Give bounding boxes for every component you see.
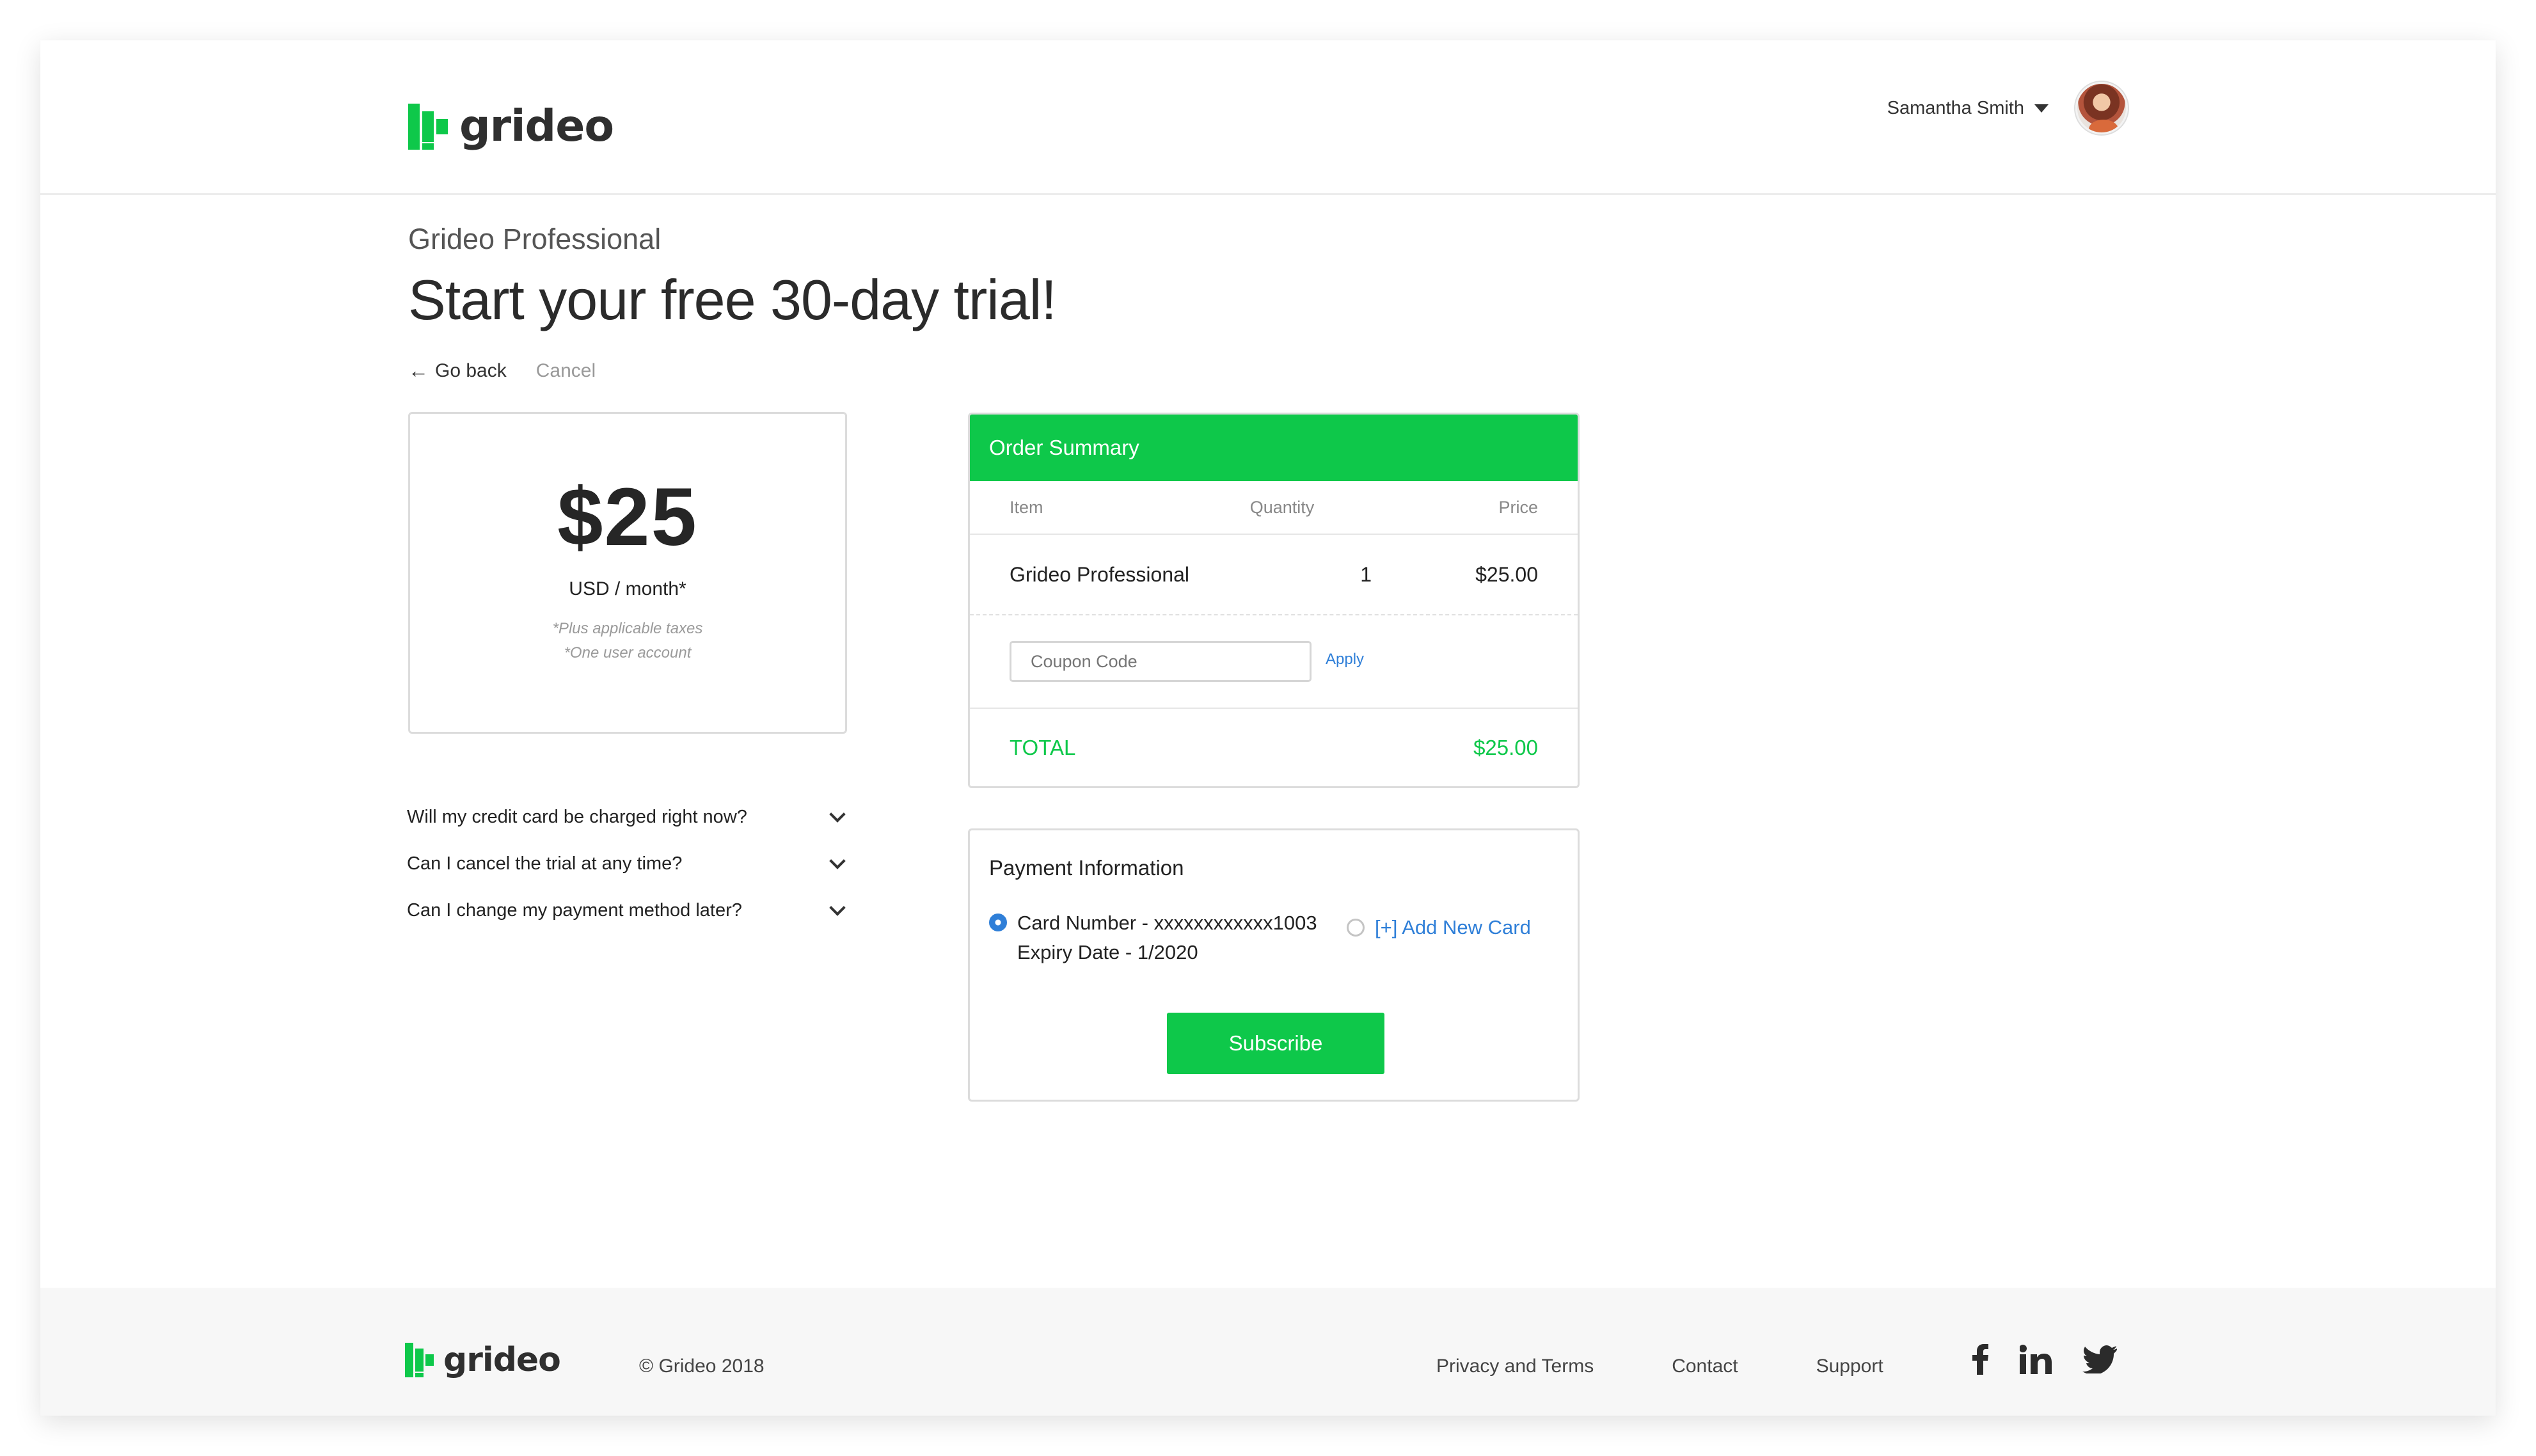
price-note-taxes: *Plus applicable taxes: [552, 620, 703, 637]
order-item-price: $25.00: [1475, 562, 1538, 586]
faq-question: Can I cancel the trial at any time?: [407, 853, 683, 874]
order-item-quantity: 1: [1360, 562, 1372, 586]
card-expiry: Expiry Date - 1/2020: [1017, 941, 1198, 963]
twitter-icon[interactable]: [2082, 1345, 2117, 1377]
page-title: Start your free 30-day trial!: [408, 268, 1057, 331]
chevron-down-icon[interactable]: [829, 899, 846, 916]
order-row: Grideo Professional 1 $25.00: [970, 535, 1578, 615]
faq-list: Will my credit card be charged right now…: [407, 794, 848, 934]
order-summary-heading: Order Summary: [970, 415, 1578, 481]
user-menu[interactable]: Samantha Smith: [1887, 82, 2128, 134]
order-item-name: Grideo Professional: [1010, 562, 1190, 586]
price-unit: USD / month*: [569, 578, 686, 599]
grideo-logo[interactable]: grideo: [408, 101, 614, 152]
top-header: grideo Samantha Smith: [40, 40, 2496, 195]
price-notes: *Plus applicable taxes *One user account: [410, 617, 845, 665]
grideo-logo-icon: [405, 1343, 437, 1377]
coupon-code-input[interactable]: [1010, 641, 1312, 682]
add-new-card-link[interactable]: [+] Add New Card: [1375, 916, 1531, 939]
total-value: $25.00: [1473, 736, 1538, 759]
user-name: Samantha Smith: [1887, 97, 2024, 118]
faq-item[interactable]: Can I cancel the trial at any time?: [407, 841, 848, 887]
saved-card-details: Card Number - xxxxxxxxxxxx1003 Expiry Da…: [1017, 908, 1317, 967]
payment-information: Payment Information Card Number - xxxxxx…: [968, 828, 1580, 1102]
saved-card-radio[interactable]: [989, 914, 1007, 931]
support-link[interactable]: Support: [1816, 1356, 1883, 1377]
checkout-page: grideo Samantha Smith Grideo Professiona…: [40, 40, 2496, 1416]
price-note-account: *One user account: [564, 644, 692, 661]
faq-question: Will my credit card be charged right now…: [407, 807, 747, 827]
facebook-icon[interactable]: [1972, 1344, 1989, 1378]
cancel-link[interactable]: Cancel: [536, 360, 596, 382]
column-item: Item: [1010, 497, 1043, 517]
contact-link[interactable]: Contact: [1672, 1356, 1738, 1377]
copyright: © Grideo 2018: [639, 1356, 765, 1377]
price-amount: $25: [557, 471, 698, 563]
faq-item[interactable]: Can I change my payment method later?: [407, 887, 848, 934]
total-label: TOTAL: [1010, 736, 1076, 759]
order-columns: Item Quantity Price: [970, 481, 1578, 535]
apply-coupon-button[interactable]: Apply: [1326, 651, 1364, 669]
footer: grideo © Grideo 2018 Privacy and Terms C…: [40, 1288, 2496, 1416]
chevron-down-icon[interactable]: [829, 805, 846, 823]
column-price: Price: [1498, 497, 1538, 517]
arrow-left-icon: ←: [408, 359, 429, 382]
coupon-row: Apply: [970, 615, 1578, 709]
total-row: TOTAL $25.00: [970, 709, 1578, 786]
plan-subtitle: Grideo Professional: [408, 223, 662, 255]
add-new-card-option[interactable]: [+] Add New Card: [1347, 916, 1531, 939]
add-new-card-radio[interactable]: [1347, 919, 1365, 937]
privacy-terms-link[interactable]: Privacy and Terms: [1436, 1356, 1594, 1377]
caret-down-icon[interactable]: [2034, 104, 2049, 113]
grideo-logo-icon: [408, 103, 450, 150]
footer-logo[interactable]: grideo: [405, 1341, 561, 1379]
column-quantity: Quantity: [1249, 497, 1315, 517]
nav-links: ← Go back Cancel: [408, 359, 596, 383]
order-summary: Order Summary Item Quantity Price Grideo…: [968, 413, 1580, 788]
social-links: [1972, 1344, 2148, 1378]
card-number: Card Number - xxxxxxxxxxxx1003: [1017, 912, 1317, 934]
logo-wordmark: grideo: [459, 101, 614, 152]
payment-heading: Payment Information: [989, 856, 1184, 880]
subscribe-button[interactable]: Subscribe: [1167, 1013, 1384, 1074]
footer-links: Privacy and Terms Contact Support: [1436, 1356, 1961, 1377]
avatar[interactable]: [2075, 82, 2128, 134]
price-card: $25 USD / month* *Plus applicable taxes …: [408, 412, 847, 734]
chevron-down-icon[interactable]: [829, 852, 846, 869]
saved-card-option[interactable]: Card Number - xxxxxxxxxxxx1003 Expiry Da…: [989, 908, 1317, 967]
linkedin-icon[interactable]: [2019, 1345, 2052, 1377]
faq-question: Can I change my payment method later?: [407, 900, 742, 921]
faq-item[interactable]: Will my credit card be charged right now…: [407, 794, 848, 841]
go-back-link[interactable]: ← Go back: [408, 359, 507, 383]
go-back-label: Go back: [435, 360, 507, 381]
footer-logo-wordmark: grideo: [443, 1341, 561, 1379]
